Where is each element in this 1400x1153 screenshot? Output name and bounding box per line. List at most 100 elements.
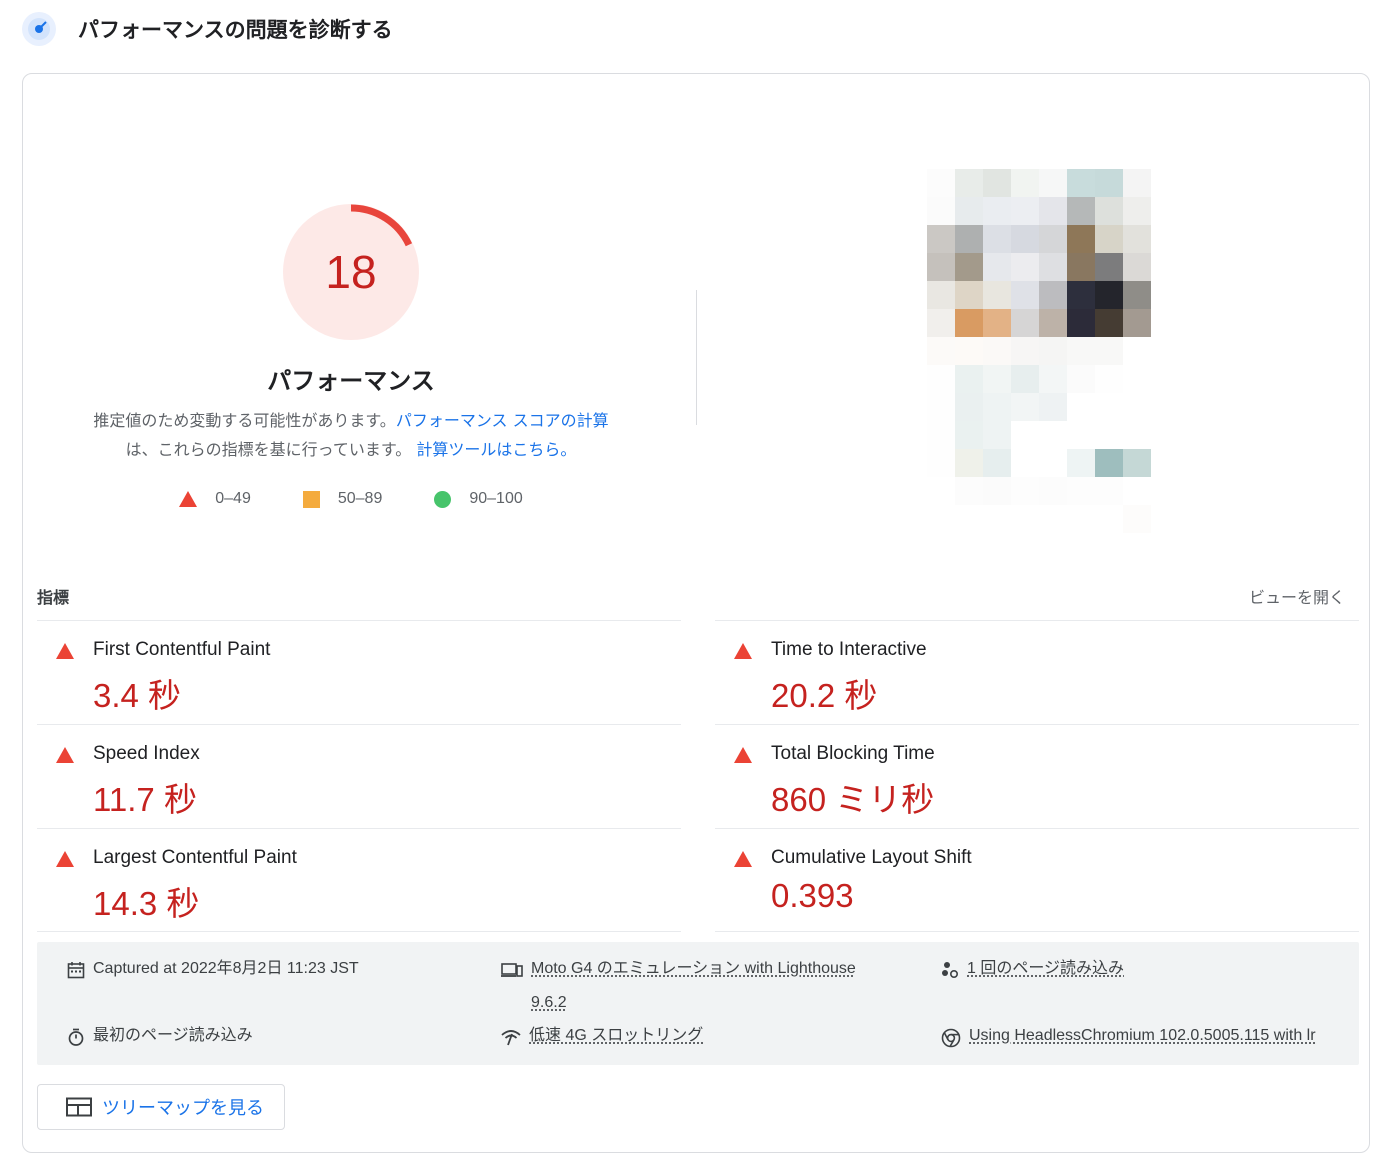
- thumbnail-pixel: [955, 365, 983, 393]
- thumbnail-pixel: [955, 309, 983, 337]
- timer-icon: [68, 1028, 84, 1046]
- expand-view-toggle[interactable]: ビューを開く: [1249, 584, 1345, 608]
- view-treemap-button[interactable]: ツリーマップを見る: [37, 1084, 285, 1130]
- thumbnail-pixel: [1123, 449, 1151, 477]
- throttling-text[interactable]: 低速 4G スロットリング: [529, 1019, 703, 1053]
- thumbnail-pixel: [955, 337, 983, 365]
- thumbnail-pixel: [927, 449, 955, 477]
- thumbnail-pixel: [955, 477, 983, 505]
- thumbnail-pixel: [955, 253, 983, 281]
- thumbnail-pixel: [1095, 281, 1123, 309]
- metric-speed-index: Speed Index 11.7 秒: [37, 724, 681, 828]
- triangle-red-icon: [56, 851, 74, 867]
- thumbnail-pixel: [927, 281, 955, 309]
- thumbnail-pixel: [1095, 309, 1123, 337]
- thumbnail-pixel: [1067, 477, 1095, 505]
- device-line-2: 9.6.2: [531, 994, 567, 1011]
- browser-version[interactable]: Using HeadlessChromium 102.0.5005.115 wi…: [941, 1019, 1316, 1053]
- thumbnail-pixel: [1123, 281, 1151, 309]
- initial-load-text: 最初のページ読み込み: [93, 1027, 253, 1044]
- thumbnail-pixel: [1039, 169, 1067, 197]
- thumbnail-pixel: [1039, 449, 1067, 477]
- legend-label: 0–49: [215, 490, 251, 507]
- thumbnail-pixel: [1039, 253, 1067, 281]
- metric-name: Cumulative Layout Shift: [771, 847, 972, 868]
- thumbnail-pixel: [1095, 449, 1123, 477]
- network-throttling[interactable]: 低速 4G スロットリング: [501, 1019, 703, 1053]
- thumbnail-pixel: [1067, 197, 1095, 225]
- thumbnail-pixel: [1011, 505, 1039, 533]
- metrics-divider: [37, 931, 681, 932]
- legend-item-pass: 90–100: [434, 490, 523, 508]
- legend-item-fail: 0–49: [179, 490, 251, 508]
- thumbnail-pixel: [1011, 169, 1039, 197]
- triangle-red-icon: [56, 643, 74, 659]
- thumbnail-pixel: [927, 197, 955, 225]
- thumbnail-pixel: [1095, 253, 1123, 281]
- score-description: 推定値のため変動する可能性があります。パフォーマンス スコアの計算 は、これらの…: [23, 406, 679, 464]
- thumbnail-pixel: [1039, 393, 1067, 421]
- thumbnail-pixel: [1067, 421, 1095, 449]
- thumbnail-pixel: [1011, 337, 1039, 365]
- thumbnail-pixel: [1123, 309, 1151, 337]
- thumbnail-pixel: [1095, 421, 1123, 449]
- emulated-device-text[interactable]: Moto G4 のエミュレーション with Lighthouse 9.6.2: [531, 952, 856, 1020]
- device-line-1: Moto G4 のエミュレーション with Lighthouse: [531, 960, 856, 977]
- triangle-red-icon: [56, 747, 74, 763]
- calendar-icon: [67, 962, 85, 979]
- thumbnail-pixel: [1067, 169, 1095, 197]
- legend-label: 90–100: [469, 490, 523, 507]
- legend-item-average: 50–89: [302, 490, 383, 508]
- thumbnail-pixel: [1123, 169, 1151, 197]
- section-title: パフォーマンスの問題を診断する: [78, 18, 393, 42]
- performance-gauge: 18: [281, 202, 421, 342]
- calculator-link[interactable]: 計算ツールはこちら。: [416, 440, 576, 459]
- description-text-1: 推定値のため変動する可能性があります。: [93, 411, 396, 430]
- square-orange-icon: [302, 490, 320, 508]
- thumbnail-pixel: [955, 169, 983, 197]
- metric-first-contentful-paint: First Contentful Paint 3.4 秒: [37, 620, 681, 724]
- chrome-icon: [941, 1028, 961, 1048]
- thumbnail-pixel: [927, 393, 955, 421]
- thumbnail-pixel: [1039, 309, 1067, 337]
- thumbnail-pixel: [1123, 505, 1151, 533]
- thumbnail-pixel: [927, 169, 955, 197]
- thumbnail-pixel: [1067, 309, 1095, 337]
- thumbnail-pixel: [1039, 225, 1067, 253]
- metric-value: 3.4 秒: [93, 677, 182, 714]
- thumbnail-pixel: [983, 477, 1011, 505]
- thumbnail-pixel: [1123, 365, 1151, 393]
- metric-cumulative-layout-shift: Cumulative Layout Shift 0.393: [715, 828, 1359, 932]
- thumbnail-pixel: [1067, 449, 1095, 477]
- thumbnail-pixel: [1067, 393, 1095, 421]
- thumbnail-pixel: [955, 281, 983, 309]
- section-header: パフォーマンスの問題を診断する: [22, 12, 393, 46]
- browser-text[interactable]: Using HeadlessChromium 102.0.5005.115 wi…: [969, 1019, 1316, 1053]
- performance-card: 18 パフォーマンス 推定値のため変動する可能性があります。パフォーマンス スコ…: [22, 73, 1370, 1153]
- thumbnail-pixel: [955, 505, 983, 533]
- metric-value: 0.393: [771, 877, 854, 914]
- captured-at: Captured at 2022年8月2日 11:23 JST: [67, 952, 359, 986]
- page-loads-text[interactable]: 1 回のページ読み込み: [967, 952, 1124, 986]
- thumbnail-pixel: [1011, 449, 1039, 477]
- thumbnail-pixel: [1011, 421, 1039, 449]
- emulated-device[interactable]: Moto G4 のエミュレーション with Lighthouse 9.6.2: [501, 952, 901, 1020]
- thumbnail-pixel: [1095, 225, 1123, 253]
- thumbnail-pixel: [927, 337, 955, 365]
- thumbnail-pixel: [1011, 225, 1039, 253]
- thumbnail-pixel: [1067, 337, 1095, 365]
- thumbnail-pixel: [1011, 477, 1039, 505]
- thumbnail-pixel: [1123, 253, 1151, 281]
- thumbnail-pixel: [1011, 309, 1039, 337]
- thumbnail-pixel: [983, 309, 1011, 337]
- page-screenshot-thumbnail: [927, 169, 1151, 533]
- thumbnail-pixel: [1095, 505, 1123, 533]
- thumbnail-pixel: [1095, 197, 1123, 225]
- vertical-divider: [696, 290, 697, 425]
- page-loads[interactable]: 1 回のページ読み込み: [941, 952, 1124, 986]
- metric-largest-contentful-paint: Largest Contentful Paint 14.3 秒: [37, 828, 681, 932]
- thumbnail-pixel: [983, 365, 1011, 393]
- legend-label: 50–89: [337, 490, 383, 507]
- thumbnail-pixel: [1039, 421, 1067, 449]
- score-calculation-link[interactable]: パフォーマンス スコアの計算: [396, 411, 609, 430]
